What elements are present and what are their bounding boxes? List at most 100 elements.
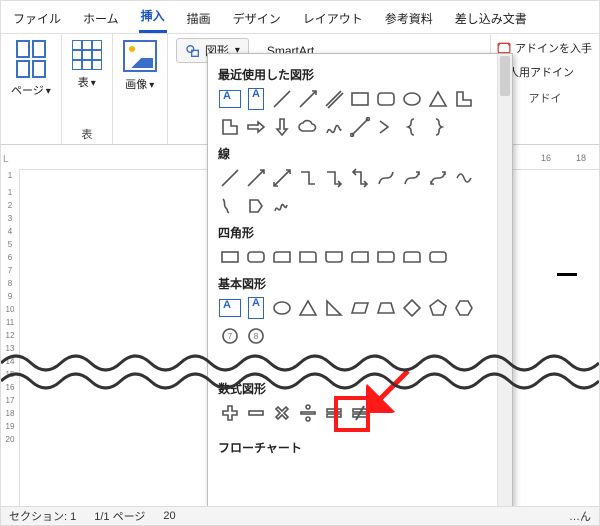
shape-oval[interactable]	[400, 87, 424, 111]
svg-text:7: 7	[228, 332, 233, 341]
picture-icon[interactable]	[123, 40, 157, 72]
shape-plus[interactable]	[218, 401, 242, 425]
shape-r5[interactable]	[322, 245, 346, 269]
shape-b-dia[interactable]	[400, 296, 424, 320]
shape-cloud[interactable]	[296, 115, 320, 139]
shape-divide[interactable]	[296, 401, 320, 425]
shape-b-trap[interactable]	[374, 296, 398, 320]
shape-scribble-free[interactable]	[270, 194, 294, 218]
cat-rect: 四角形	[218, 224, 494, 241]
status-lang[interactable]: …ん	[569, 508, 591, 524]
group-spacer	[29, 130, 32, 142]
shape-textbox-h[interactable]	[218, 87, 242, 111]
menu-mail[interactable]: 差し込み文書	[453, 8, 529, 33]
shape-line-3[interactable]	[270, 166, 294, 190]
ribbon-group-table: 表▾ 表	[62, 34, 113, 144]
cat-lines: 線	[218, 145, 494, 162]
cat-flow: フローチャート	[218, 439, 494, 456]
menu-draw[interactable]: 描画	[185, 8, 213, 33]
shape-brace-r[interactable]	[426, 115, 450, 139]
shape-minus[interactable]	[244, 401, 268, 425]
shape-curve-3[interactable]	[426, 166, 450, 190]
shape-elbow-double[interactable]	[348, 166, 372, 190]
addins-group-name: アドイ	[529, 90, 562, 106]
shape-curve-1[interactable]	[374, 166, 398, 190]
shape-line-double[interactable]	[322, 87, 346, 111]
shape-r9[interactable]	[426, 245, 450, 269]
shape-r2[interactable]	[244, 245, 268, 269]
shape-rect-round[interactable]	[374, 87, 398, 111]
shape-scribble-1[interactable]	[452, 166, 476, 190]
shape-arrow-right[interactable]	[244, 115, 268, 139]
pages-icon[interactable]	[16, 40, 46, 78]
shape-b-tri[interactable]	[296, 296, 320, 320]
shapes-icon	[185, 43, 201, 59]
cat-basic: 基本図形	[218, 275, 494, 292]
shape-b-txt1[interactable]	[218, 296, 242, 320]
shape-elbow-conn[interactable]	[296, 166, 320, 190]
shape-elbow-arrow[interactable]	[322, 166, 346, 190]
shape-textbox-v[interactable]	[244, 87, 268, 111]
scrollbar[interactable]	[497, 54, 512, 506]
shape-r6[interactable]	[348, 245, 372, 269]
shape-line-1[interactable]	[218, 166, 242, 190]
shape-freeform-closed[interactable]	[244, 194, 268, 218]
shape-b-pent[interactable]	[426, 296, 450, 320]
table-group-name: 表	[81, 126, 92, 142]
ribbon-group-image: 画像▾	[113, 34, 168, 144]
shape-brace-l[interactable]	[400, 115, 424, 139]
shape-connector[interactable]	[348, 115, 372, 139]
menu-file[interactable]: ファイル	[11, 8, 63, 33]
cat-recent: 最近使用した図形	[218, 66, 494, 83]
status-bar: セクション: 1 1/1 ページ 20 …ん	[1, 506, 599, 525]
ruler-tick: 18	[576, 153, 586, 163]
status-words[interactable]: 20	[163, 510, 175, 522]
shape-r1[interactable]	[218, 245, 242, 269]
ruler-tick: 16	[541, 153, 551, 163]
shapes-gallery-panel: 最近使用した図形 線	[207, 53, 513, 507]
shape-b-hept[interactable]: 7	[218, 324, 242, 348]
shape-b-rtri[interactable]	[322, 296, 346, 320]
shape-b-txt2[interactable]	[244, 296, 268, 320]
vertical-ruler: 1 12 34 56 78 910 1112 1314 1516 1718 19…	[1, 169, 20, 507]
shape-line-arrow[interactable]	[296, 87, 320, 111]
scrollbar-thumb[interactable]	[500, 56, 510, 96]
shape-line-2[interactable]	[244, 166, 268, 190]
image-label: 画像▾	[125, 76, 154, 92]
shape-r3[interactable]	[270, 245, 294, 269]
shape-multiply[interactable]	[270, 401, 294, 425]
shape-b-para[interactable]	[348, 296, 372, 320]
shape-b-oct[interactable]: 8	[244, 324, 268, 348]
menu-insert[interactable]: 挿入	[139, 5, 167, 33]
shape-curve-2[interactable]	[400, 166, 424, 190]
status-section[interactable]: セクション: 1	[9, 508, 76, 524]
cat-math: 数式図形	[218, 380, 494, 397]
shape-scribble-2[interactable]	[218, 194, 242, 218]
shape-r4[interactable]	[296, 245, 320, 269]
shape-r7[interactable]	[374, 245, 398, 269]
menu-design[interactable]: デザイン	[231, 8, 283, 33]
shape-b-hex[interactable]	[452, 296, 476, 320]
shape-l[interactable]	[452, 87, 476, 111]
menu-home[interactable]: ホーム	[81, 8, 121, 33]
table-icon[interactable]	[72, 40, 102, 70]
shape-arrow-down[interactable]	[270, 115, 294, 139]
shape-elbow[interactable]	[218, 115, 242, 139]
gallery-rect	[218, 245, 494, 269]
shape-chevron[interactable]	[374, 115, 398, 139]
status-page[interactable]: 1/1 ページ	[94, 508, 145, 524]
annotation-red-box	[334, 396, 370, 432]
shape-line[interactable]	[270, 87, 294, 111]
doc-mark	[557, 273, 577, 276]
annotation-arrow	[366, 367, 412, 416]
menu-ref[interactable]: 参考資料	[383, 8, 435, 33]
shape-triangle[interactable]	[426, 87, 450, 111]
shape-r8[interactable]	[400, 245, 424, 269]
ribbon-group-pages: ページ▾	[1, 34, 62, 144]
shape-b-oval[interactable]	[270, 296, 294, 320]
menu-layout[interactable]: レイアウト	[301, 8, 365, 33]
shape-rect[interactable]	[348, 87, 372, 111]
shape-freeform[interactable]	[322, 115, 346, 139]
table-label: 表▾	[78, 74, 96, 90]
svg-text:8: 8	[254, 332, 259, 341]
